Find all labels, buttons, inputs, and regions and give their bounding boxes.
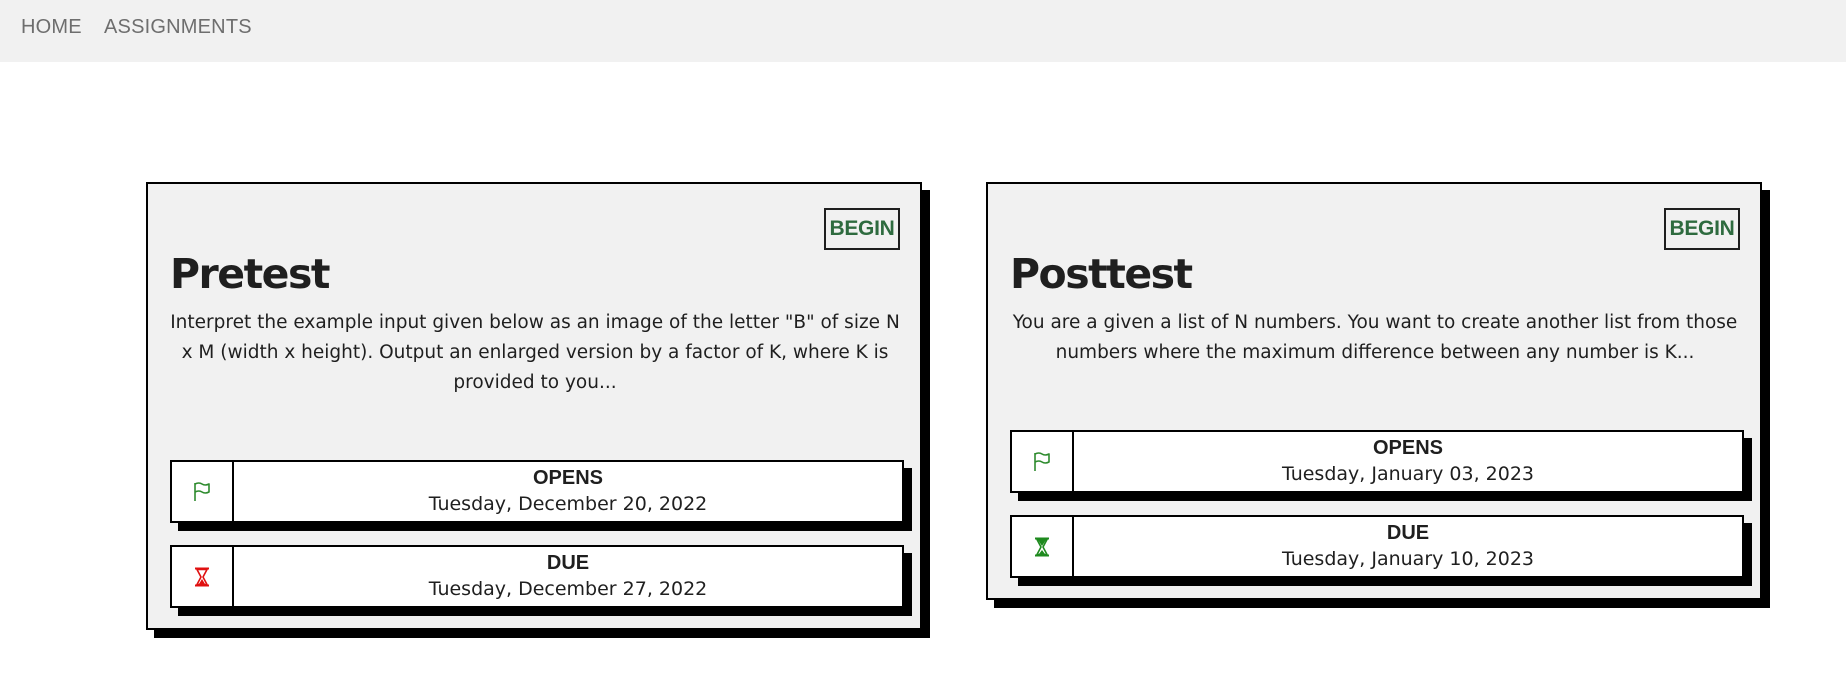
flag-icon — [1012, 432, 1074, 491]
begin-button[interactable]: BEGIN — [1664, 208, 1740, 250]
due-date: Tuesday, January 10, 2023 — [1281, 547, 1535, 570]
card-description: You are a given a list of N numbers. You… — [1012, 312, 1738, 363]
hourglass-icon — [172, 547, 234, 606]
opens-date-box: OPENS Tuesday, January 03, 2023 — [1010, 430, 1744, 493]
due-label: DUE — [1386, 521, 1430, 544]
due-date: Tuesday, December 27, 2022 — [428, 577, 708, 600]
due-label: DUE — [546, 551, 590, 574]
due-date-box: DUE Tuesday, January 10, 2023 — [1010, 515, 1744, 578]
assignment-card-posttest: BEGIN Posttest You are a given a list of… — [986, 182, 1762, 600]
opens-date: Tuesday, December 20, 2022 — [428, 492, 708, 515]
due-date-box: DUE Tuesday, December 27, 2022 — [170, 545, 904, 608]
nav-assignments-link[interactable]: ASSIGNMENTS — [104, 16, 252, 39]
card-title: Posttest — [1010, 250, 1193, 298]
hourglass-icon — [1012, 517, 1074, 576]
top-navbar: HOME ASSIGNMENTS — [0, 0, 1846, 62]
opens-label: OPENS — [532, 466, 604, 489]
opens-date-box: OPENS Tuesday, December 20, 2022 — [170, 460, 904, 523]
assignment-card-pretest: BEGIN Pretest Interpret the example inpu… — [146, 182, 922, 630]
opens-date: Tuesday, January 03, 2023 — [1281, 462, 1535, 485]
begin-button[interactable]: BEGIN — [824, 208, 900, 250]
nav-home-link[interactable]: HOME — [21, 16, 82, 39]
flag-icon — [172, 462, 234, 521]
card-description: Interpret the example input given below … — [170, 312, 900, 393]
opens-label: OPENS — [1372, 436, 1444, 459]
card-title: Pretest — [170, 250, 331, 298]
